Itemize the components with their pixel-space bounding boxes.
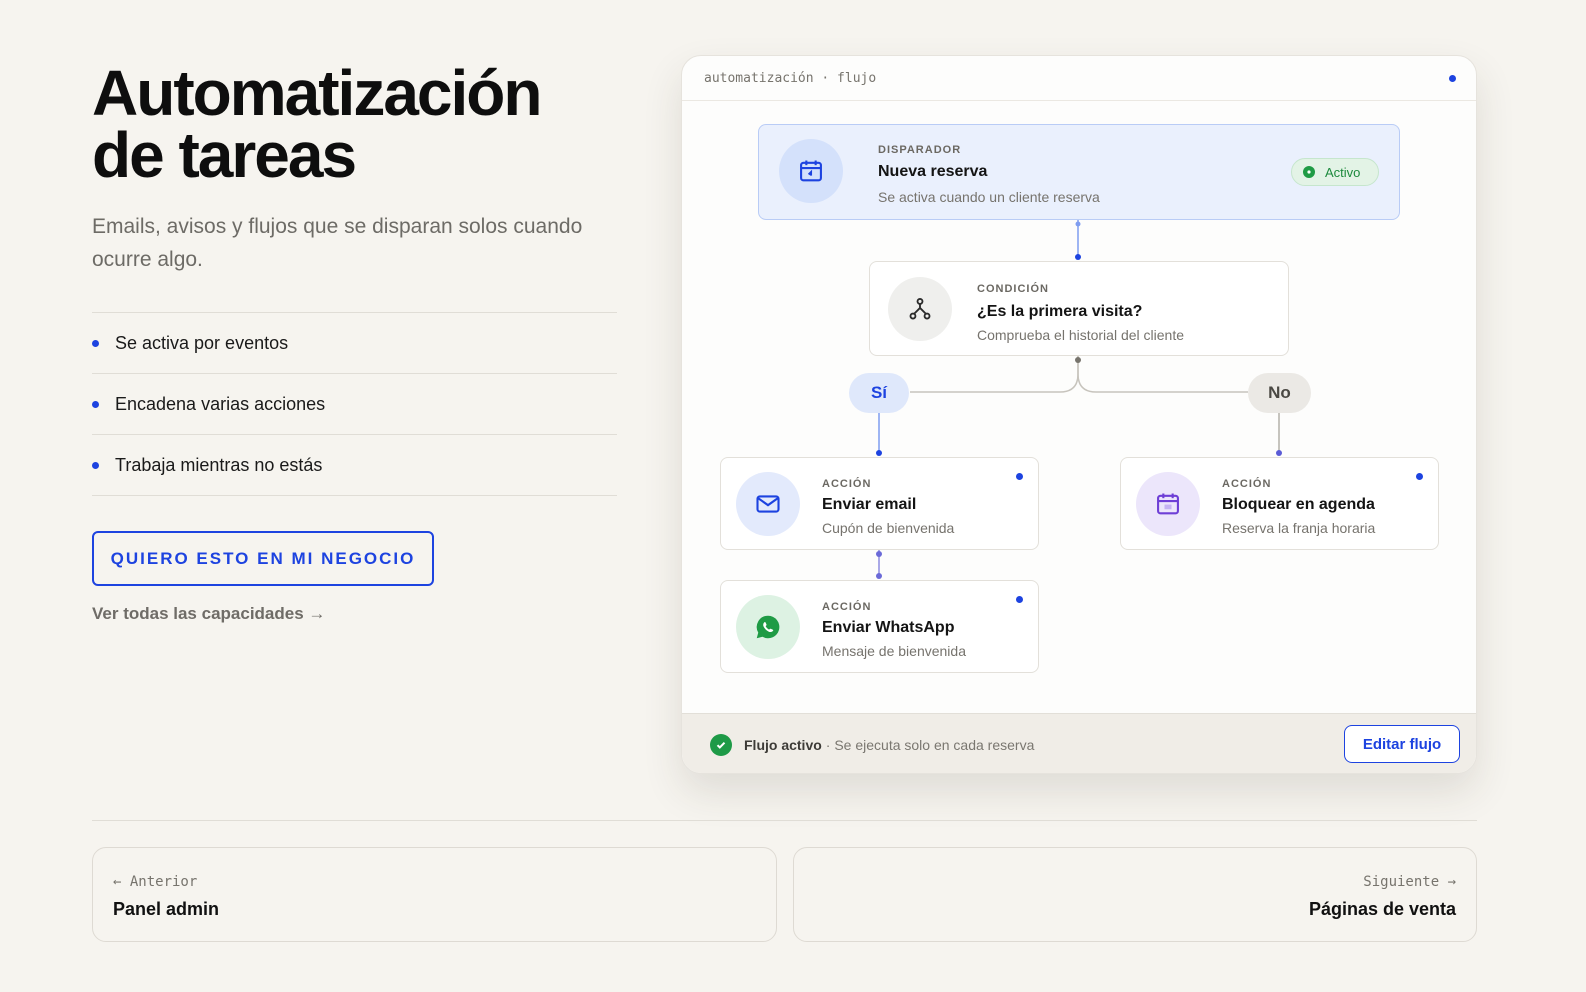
branch-no-label: No bbox=[1248, 373, 1311, 413]
action-kicker: ACCIÓN bbox=[822, 601, 872, 613]
flow-status-label: Flujo activo bbox=[744, 736, 822, 753]
feature-label: Trabaja mientras no estás bbox=[115, 454, 323, 475]
trigger-title: Nueva reserva bbox=[878, 163, 988, 180]
page-title: Automatización de tareas bbox=[92, 61, 622, 187]
branch-yes-label: Sí bbox=[849, 373, 909, 413]
section-divider bbox=[92, 820, 1477, 821]
next-kicker: Siguiente → bbox=[1363, 874, 1456, 890]
status-dot-icon bbox=[1016, 596, 1023, 603]
cta-button[interactable]: QUIERO ESTO EN MI NEGOCIO bbox=[92, 531, 434, 586]
status-dot-icon bbox=[1416, 473, 1423, 480]
check-icon bbox=[710, 733, 732, 756]
condition-kicker: CONDICIÓN bbox=[977, 283, 1049, 295]
action-kicker: ACCIÓN bbox=[1222, 478, 1272, 490]
trigger-node[interactable]: DISPARADOR Nueva reserva Se activa cuand… bbox=[758, 124, 1400, 220]
next-page-link[interactable]: Siguiente → Páginas de venta bbox=[793, 847, 1477, 942]
feature-label: Se activa por eventos bbox=[115, 332, 289, 353]
page-subtitle: Emails, avisos y flujos que se disparan … bbox=[92, 215, 583, 271]
action-description: Reserva la franja horaria bbox=[1222, 520, 1376, 536]
bullet-icon bbox=[92, 400, 99, 408]
feature-item: Trabaja mientras no estás bbox=[92, 435, 617, 496]
flow-status-description: · Se ejecuta solo en cada reserva bbox=[825, 736, 1035, 753]
flow-footer: Flujo activo · Se ejecuta solo en cada r… bbox=[682, 713, 1476, 773]
title-line-2: de tareas bbox=[92, 119, 357, 191]
mail-icon bbox=[736, 472, 800, 536]
action-description: Mensaje de bienvenida bbox=[822, 643, 966, 659]
condition-node[interactable]: CONDICIÓN ¿Es la primera visita? Comprue… bbox=[869, 261, 1289, 356]
feature-label: Encadena varias acciones bbox=[115, 393, 326, 414]
trigger-kicker: DISPARADOR bbox=[878, 144, 962, 156]
prev-page-link[interactable]: ← Anterior Panel admin bbox=[92, 847, 777, 942]
condition-description: Comprueba el historial del cliente bbox=[977, 327, 1184, 343]
whatsapp-icon bbox=[736, 595, 800, 659]
feature-list: Se activa por eventos Encadena varias ac… bbox=[92, 312, 617, 496]
prev-kicker: ← Anterior bbox=[113, 874, 198, 890]
feature-item: Encadena varias acciones bbox=[92, 374, 617, 435]
bullet-icon bbox=[92, 339, 99, 347]
action-node-email[interactable]: ACCIÓN Enviar email Cupón de bienvenida bbox=[720, 457, 1039, 550]
connector-branch-yes bbox=[910, 356, 1079, 393]
action-description: Cupón de bienvenida bbox=[822, 520, 955, 536]
action-node-agenda[interactable]: ACCIÓN Bloquear en agenda Reserva la fra… bbox=[1120, 457, 1439, 550]
calendar-icon bbox=[779, 139, 843, 203]
status-badge-label: Activo bbox=[1325, 164, 1361, 180]
capabilities-link[interactable]: Ver todas las capacidades → bbox=[92, 604, 622, 624]
prev-title: Panel admin bbox=[113, 899, 220, 919]
feature-item: Se activa por eventos bbox=[92, 313, 617, 374]
bullet-icon bbox=[92, 461, 99, 469]
trigger-description: Se activa cuando un cliente reserva bbox=[878, 189, 1100, 205]
action-title: Bloquear en agenda bbox=[1222, 496, 1375, 513]
check-icon bbox=[1303, 166, 1315, 178]
action-kicker: ACCIÓN bbox=[822, 478, 872, 490]
branch-icon bbox=[888, 277, 952, 341]
action-title: Enviar email bbox=[822, 496, 917, 513]
flow-card: automatización · flujo DISPARADOR Nueva … bbox=[681, 55, 1477, 774]
status-badge: Activo bbox=[1291, 158, 1379, 186]
action-node-whatsapp[interactable]: ACCIÓN Enviar WhatsApp Mensaje de bienve… bbox=[720, 580, 1039, 673]
status-dot-icon bbox=[1016, 473, 1023, 480]
hero-section: Automatización de tareas Emails, avisos … bbox=[92, 61, 622, 624]
next-title: Páginas de venta bbox=[1308, 899, 1456, 919]
condition-title: ¿Es la primera visita? bbox=[977, 303, 1143, 320]
action-title: Enviar WhatsApp bbox=[822, 619, 955, 636]
connector-branch-no bbox=[1077, 356, 1248, 393]
calendar-icon bbox=[1136, 472, 1200, 536]
edit-flow-button[interactable]: Editar flujo bbox=[1344, 725, 1460, 763]
